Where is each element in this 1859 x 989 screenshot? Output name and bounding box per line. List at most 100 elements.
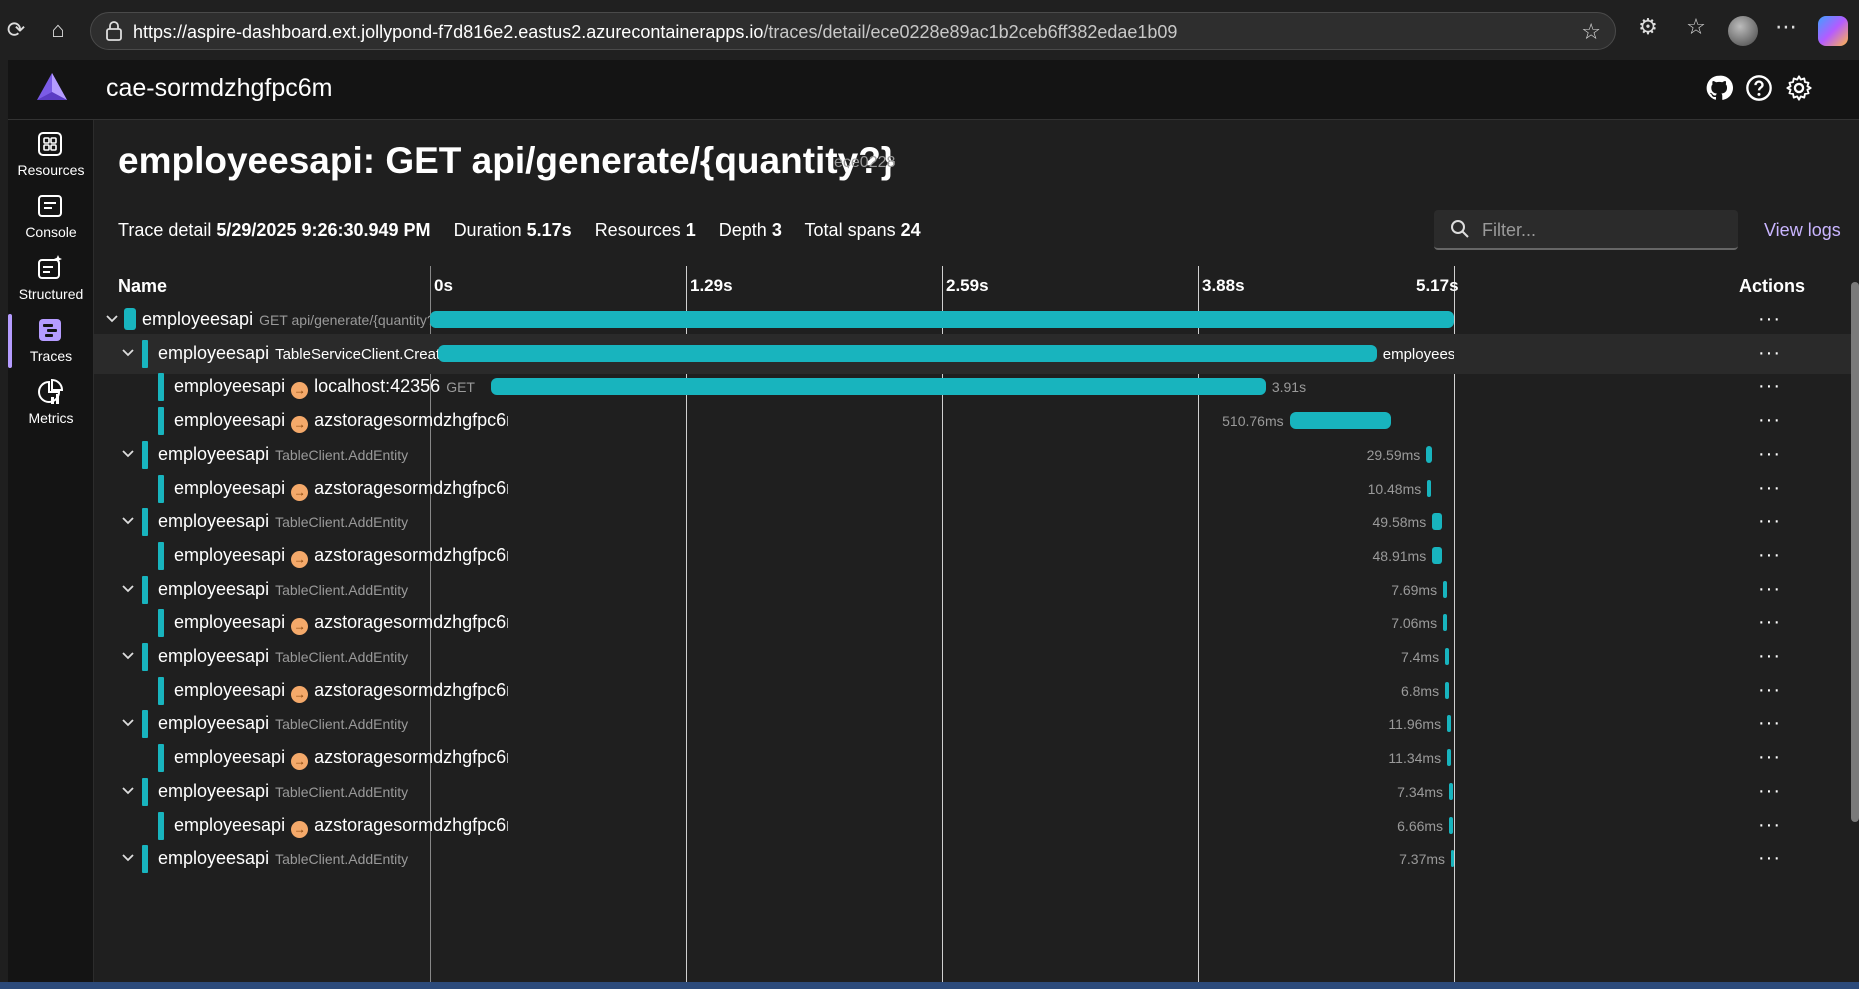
span-duration-bar[interactable] — [1432, 513, 1443, 531]
span-duration-bar[interactable] — [1443, 614, 1448, 632]
address-bar[interactable]: https://aspire-dashboard.ext.jollypond-f… — [90, 12, 1616, 50]
app-header: cae-sormdzhgfpc6m — [8, 60, 1859, 120]
span-name: employeesapi → azstoragesormdzhgfpc6m — [174, 612, 508, 636]
trace-detail-page: employeesapi: GET api/generate/{quantity… — [94, 120, 1859, 989]
vertical-scrollbar[interactable] — [1851, 282, 1859, 822]
trace-summary: Trace detail 5/29/2025 9:26:30.949 PM Du… — [118, 220, 939, 241]
chevron-down-icon[interactable] — [120, 782, 136, 798]
span-target: azstoragesormdzhgfpc6m — [314, 814, 508, 835]
traces-icon — [39, 319, 61, 341]
copilot-icon[interactable] — [1818, 16, 1848, 46]
reload-icon[interactable]: ⟳ — [2, 16, 30, 44]
span-name: employeesapi TableClient.AddEntity — [158, 848, 408, 869]
total-spans-value: 24 — [900, 220, 921, 240]
url-text: https://aspire-dashboard.ext.jollypond-f… — [133, 22, 1178, 42]
home-icon[interactable]: ⌂ — [44, 16, 72, 44]
timeline-tick-label: 5.17s — [1416, 276, 1459, 295]
span-duration-bar[interactable] — [1447, 749, 1452, 767]
name-column-header[interactable]: Name — [118, 276, 167, 297]
span-duration-bar[interactable] — [430, 311, 1454, 328]
span-actions-button[interactable]: ··· — [1758, 847, 1781, 870]
chevron-down-icon[interactable] — [104, 310, 120, 326]
span-name: employeesapi TableClient.AddEntity — [158, 713, 408, 734]
span-duration-bar[interactable] — [1451, 850, 1454, 868]
taskbar-edge — [0, 982, 1859, 989]
span-duration-label: 10.48ms — [1367, 480, 1422, 497]
chevron-down-icon[interactable] — [120, 647, 136, 663]
favorites-icon[interactable]: ☆ — [1680, 14, 1712, 40]
span-actions-button[interactable]: ··· — [1758, 645, 1781, 668]
chevron-down-icon[interactable] — [120, 580, 136, 596]
span-duration-bar[interactable] — [1426, 445, 1433, 463]
sidebar-item-structured[interactable]: Structured — [8, 250, 94, 308]
filter-input[interactable] — [1482, 216, 1722, 244]
span-actions-button[interactable]: ··· — [1758, 443, 1781, 466]
span-duration-bar[interactable] — [1445, 681, 1450, 699]
span-actions-button[interactable]: ··· — [1758, 510, 1781, 533]
span-actions-button[interactable]: ··· — [1758, 342, 1781, 365]
span-actions-button[interactable]: ··· — [1758, 746, 1781, 769]
span-actions-button[interactable]: ··· — [1758, 679, 1781, 702]
span-description: TableClient.AddEntity — [275, 851, 409, 868]
span-color-bar — [142, 710, 148, 739]
span-color-bar — [158, 373, 164, 402]
favorite-star-icon[interactable]: ☆ — [1581, 19, 1601, 45]
span-duration-bar[interactable] — [1449, 816, 1454, 834]
span-resource: employeesapi — [158, 646, 270, 666]
extensions-icon[interactable]: ⚙ — [1632, 14, 1664, 40]
span-duration-label: employeesapi — [1382, 345, 1454, 363]
span-actions-button[interactable]: ··· — [1758, 814, 1781, 837]
span-actions-button[interactable]: ··· — [1758, 477, 1781, 500]
github-icon[interactable] — [1705, 74, 1733, 102]
span-duration-bar[interactable] — [1445, 648, 1450, 665]
outgoing-call-icon: → — [291, 483, 309, 501]
sidebar-item-console[interactable]: Console — [8, 188, 94, 246]
span-duration-bar[interactable] — [1289, 412, 1391, 430]
span-duration-bar[interactable] — [491, 378, 1266, 396]
chevron-down-icon[interactable] — [120, 849, 136, 865]
resources-label: Resources — [594, 220, 681, 240]
span-duration-bar[interactable] — [1443, 580, 1448, 598]
sidebar-item-traces[interactable]: Traces — [8, 312, 94, 370]
span-row[interactable]: employeesapi TableClient.AddEntity 7.37ms ·… — [94, 839, 1859, 879]
span-actions-button[interactable]: ··· — [1758, 712, 1781, 735]
span-actions-button[interactable]: ··· — [1758, 611, 1781, 634]
span-duration-bar[interactable] — [437, 344, 1377, 362]
span-actions-button[interactable]: ··· — [1758, 578, 1781, 601]
view-logs-link[interactable]: View logs — [1764, 220, 1841, 241]
span-duration-bar[interactable] — [1427, 479, 1432, 497]
chevron-down-icon[interactable] — [120, 344, 136, 360]
total-spans-label: Total spans — [804, 220, 896, 240]
chevron-down-icon[interactable] — [120, 714, 136, 730]
span-actions-button[interactable]: ··· — [1758, 409, 1781, 432]
help-icon[interactable] — [1745, 74, 1773, 102]
browser-toolbar: ⟳ ⌂ https://aspire-dashboard.ext.jollypo… — [0, 0, 1859, 60]
profile-avatar[interactable] — [1728, 16, 1758, 46]
span-resource: employeesapi — [174, 376, 286, 397]
structured-logs-icon — [38, 255, 62, 279]
more-menu-icon[interactable]: ⋯ — [1770, 14, 1802, 40]
span-actions-button[interactable]: ··· — [1758, 544, 1781, 567]
app-title: cae-sormdzhgfpc6m — [106, 74, 333, 102]
span-actions-button[interactable]: ··· — [1758, 780, 1781, 803]
span-name: employeesapi → localhost:42356 GET — [174, 376, 475, 400]
span-color-bar — [158, 744, 164, 773]
span-actions-button[interactable]: ··· — [1758, 308, 1781, 331]
span-name: employeesapi GET api/generate/{quantity?} — [142, 309, 439, 330]
lock-icon — [106, 21, 122, 41]
span-duration-bar[interactable] — [1449, 782, 1454, 800]
span-duration-bar[interactable] — [1432, 546, 1442, 564]
outgoing-call-icon: → — [291, 618, 309, 636]
chevron-down-icon[interactable] — [120, 445, 136, 461]
span-actions-button[interactable]: ··· — [1758, 375, 1781, 398]
span-duration-label: 6.8ms — [1400, 682, 1440, 699]
depth-value: 3 — [771, 220, 782, 240]
sidebar-item-resources[interactable]: Resources — [8, 126, 94, 184]
span-resource: employeesapi — [174, 747, 286, 768]
sidebar-item-metrics[interactable]: Metrics — [8, 374, 94, 432]
settings-gear-icon[interactable] — [1785, 74, 1813, 102]
grid-icon — [38, 132, 62, 156]
span-duration-bar[interactable] — [1447, 715, 1452, 733]
span-resource: employeesapi — [158, 848, 270, 869]
chevron-down-icon[interactable] — [120, 512, 136, 528]
